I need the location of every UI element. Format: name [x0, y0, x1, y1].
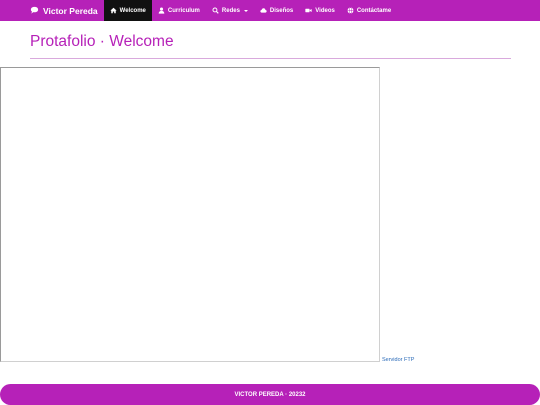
- brand-link[interactable]: Victor Pereda: [30, 0, 98, 21]
- chat-bubble-icon: [30, 6, 39, 14]
- nav-disenos-label: Diseños: [269, 7, 294, 14]
- nav-curriculum[interactable]: Curriculum: [152, 0, 206, 21]
- nav-redes-dropdown[interactable]: Redes: [206, 0, 254, 21]
- title-divider: [30, 58, 511, 59]
- page-title: Protafolio · Welcome: [30, 33, 174, 50]
- nav-videos[interactable]: Videos: [299, 0, 341, 21]
- home-icon: [110, 7, 117, 14]
- nav-contactame-label: Contáctame: [356, 7, 392, 14]
- user-icon: [158, 7, 165, 14]
- globe-icon: [347, 7, 354, 14]
- video-camera-icon: [305, 8, 312, 13]
- top-navbar: Victor Pereda Welcome Curriculum Redes D…: [0, 0, 540, 21]
- nav-disenos[interactable]: Diseños: [254, 0, 299, 21]
- cloud-icon: [260, 8, 267, 13]
- chevron-down-icon: [243, 9, 248, 12]
- search-icon: [212, 7, 219, 14]
- nav-contactame[interactable]: Contáctame: [341, 0, 397, 21]
- footer-bar: VICTOR PEREDA · 20232: [0, 384, 540, 405]
- embedded-content-frame[interactable]: [0, 67, 380, 362]
- footer-text: VICTOR PEREDA · 20232: [234, 391, 306, 398]
- brand-label: Victor Pereda: [43, 5, 98, 16]
- nav-videos-label: Videos: [315, 7, 335, 14]
- ftp-server-link[interactable]: Servidor FTP: [382, 357, 414, 363]
- nav-welcome-label: Welcome: [119, 7, 146, 14]
- nav-welcome[interactable]: Welcome: [103, 0, 152, 21]
- nav-redes-label: Redes: [221, 7, 240, 14]
- nav-curriculum-label: Curriculum: [167, 7, 200, 14]
